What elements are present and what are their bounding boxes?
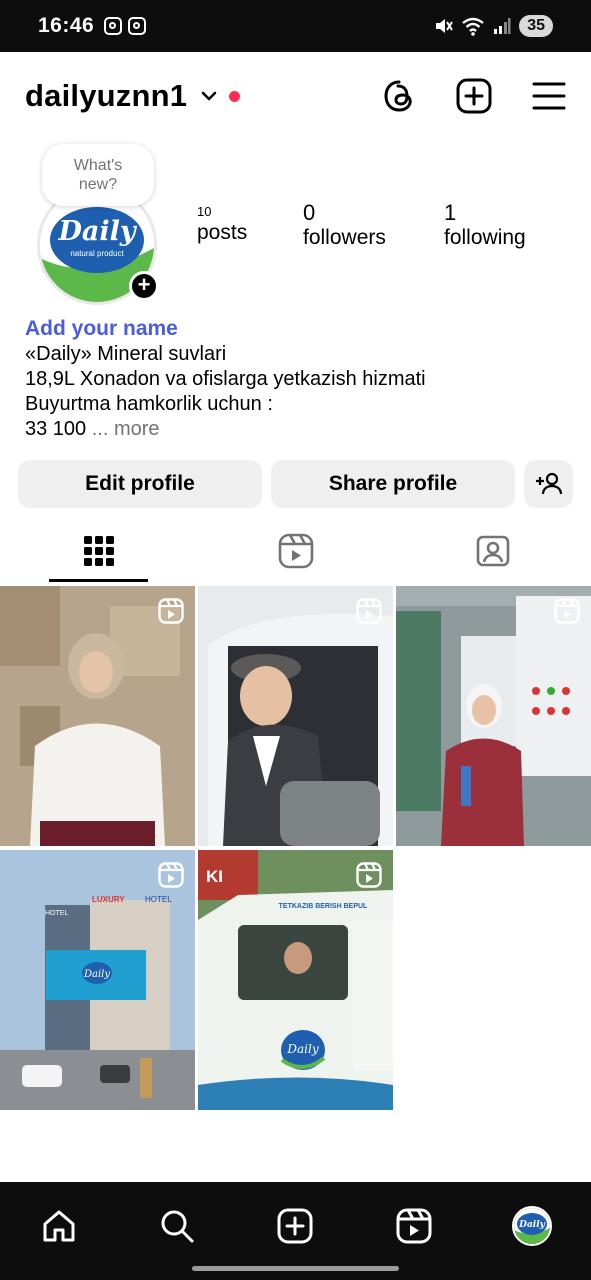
tab-tagged[interactable] — [394, 518, 591, 584]
posts-count: 10 — [197, 204, 212, 219]
discover-people-button[interactable] — [524, 460, 573, 508]
profile-avatar: Daily — [511, 1206, 552, 1246]
hotel-sign-2: HOTEL — [145, 895, 172, 904]
nav-profile[interactable]: Daily — [506, 1200, 558, 1252]
grid-item[interactable] — [0, 586, 195, 846]
van-lettering: TETKAZIB BERISH BEPUL — [279, 903, 368, 910]
create-icon[interactable] — [456, 78, 492, 114]
grid-item[interactable] — [198, 586, 393, 846]
followers-label: followers — [303, 226, 386, 249]
reel-badge-icon — [158, 598, 184, 624]
chevron-down-icon[interactable] — [199, 86, 219, 106]
following-count: 1 — [444, 200, 457, 225]
nav-home[interactable] — [33, 1200, 85, 1252]
signal-icon — [494, 18, 511, 34]
reel-badge-icon — [356, 862, 382, 888]
hotel-sign: HOTEL — [45, 910, 68, 917]
post-thumbnail — [396, 586, 591, 846]
profile-actions: Edit profile Share profile — [18, 460, 573, 508]
followers-count: 0 — [303, 200, 316, 225]
bio-line: Buyurtma hamkorlik uchun : — [25, 393, 273, 415]
svg-text:Daily: Daily — [57, 216, 137, 247]
home-icon — [43, 1210, 75, 1242]
post-thumbnail: KI TETKAZIB BERISH BEPUL Daily — [198, 850, 393, 1110]
tab-grid[interactable] — [0, 518, 197, 584]
tagged-icon — [476, 535, 509, 567]
note-bubble[interactable]: What's new? — [42, 144, 154, 206]
nav-avatar-logo-text: Daily — [518, 1220, 545, 1230]
post-thumbnail — [0, 586, 195, 846]
battery-indicator: 35 — [519, 15, 553, 37]
grid-item[interactable] — [396, 586, 591, 846]
tab-reels[interactable] — [197, 518, 394, 584]
post-thumbnail: Daily LUXURY HOTEL HOTEL — [0, 850, 195, 1110]
search-icon — [161, 1210, 194, 1243]
posts-grid: Daily LUXURY HOTEL HOTEL KI TETKAZIB BER… — [0, 586, 591, 1110]
posts-stat[interactable]: 10 posts — [197, 204, 247, 245]
nav-reels[interactable] — [388, 1200, 440, 1252]
status-time: 16:46 — [38, 14, 95, 37]
bio-line: «Daily» Mineral suvlari — [25, 343, 227, 365]
status-bar: 16:46 35 — [0, 0, 591, 52]
notification-dot — [229, 90, 241, 102]
reels-icon — [396, 1208, 432, 1244]
threads-icon[interactable] — [382, 79, 416, 113]
menu-icon[interactable] — [532, 81, 566, 111]
following-label: following — [444, 226, 526, 249]
grid-icon — [83, 536, 114, 566]
bio-line-last: 33 100 ... more — [25, 417, 565, 442]
wifi-icon — [462, 17, 484, 36]
nav-create[interactable] — [269, 1200, 321, 1252]
post-thumbnail — [198, 586, 393, 846]
billboard-logo-text: Daily — [83, 969, 110, 980]
add-person-icon — [535, 472, 562, 495]
create-icon — [277, 1208, 313, 1244]
reel-badge-icon — [158, 862, 184, 888]
share-profile-button[interactable]: Share profile — [271, 460, 515, 508]
profile-header: dailyuznn1 — [0, 52, 591, 140]
profile-tabs — [0, 518, 591, 584]
reels-icon — [278, 533, 313, 569]
grid-item[interactable]: KI TETKAZIB BERISH BEPUL Daily — [198, 850, 393, 1110]
mute-icon — [436, 19, 454, 33]
van-logo-text: Daily — [286, 1042, 318, 1056]
username[interactable]: dailyuznn1 — [25, 78, 187, 114]
following-stat[interactable]: 1 following — [444, 200, 526, 250]
posts-label: posts — [197, 221, 248, 244]
add-story-button[interactable]: + — [129, 271, 159, 301]
instagram-icon — [128, 17, 147, 35]
home-indicator[interactable] — [192, 1266, 399, 1271]
add-name-link[interactable]: Add your name — [25, 316, 565, 341]
grid-item[interactable]: Daily LUXURY HOTEL HOTEL — [0, 850, 195, 1110]
instagram-icon — [104, 17, 123, 35]
nav-search[interactable] — [151, 1200, 203, 1252]
note-placeholder: What's new? — [73, 157, 123, 193]
reel-badge-icon — [356, 598, 382, 624]
bio-phone: 33 100 — [25, 418, 87, 440]
reel-badge-icon — [554, 598, 580, 624]
edit-profile-button[interactable]: Edit profile — [18, 460, 262, 508]
shop-sign: KI — [206, 867, 223, 886]
bio-line: 18,9L Xonadon va ofislarga yetkazish hiz… — [25, 368, 426, 390]
hotel-sign-luxury: LUXURY — [92, 895, 125, 904]
followers-stat[interactable]: 0 followers — [303, 200, 386, 250]
bio-more-link[interactable]: ... more — [92, 418, 160, 440]
svg-text:natural product: natural product — [70, 249, 124, 258]
bio: Add your name «Daily» Mineral suvlari 18… — [25, 316, 565, 442]
